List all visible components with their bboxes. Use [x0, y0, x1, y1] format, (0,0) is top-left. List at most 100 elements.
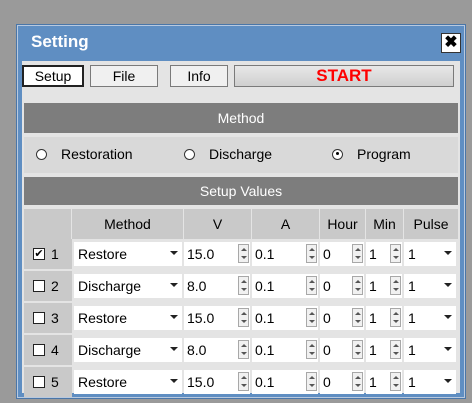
pulse-dropdown[interactable]: 1 — [404, 370, 456, 394]
table-row: 2 Discharge 8.0 0.1 0 1 1 — [24, 271, 458, 301]
dropdown-arrow-icon — [170, 347, 178, 351]
row-index: 1 — [51, 246, 59, 262]
column-header-v: V — [184, 209, 252, 239]
spin-arrows-icon[interactable] — [238, 244, 249, 263]
min-spinbox[interactable]: 1 — [366, 242, 402, 266]
radio-button-icon — [36, 148, 47, 160]
method-value: Restore — [78, 310, 128, 326]
dropdown-arrow-icon — [444, 347, 452, 351]
dropdown-arrow-icon — [170, 315, 178, 319]
dropdown-arrow-icon — [170, 251, 178, 255]
table-row: ✔ 1 Restore 15.0 0.1 0 1 1 — [24, 239, 458, 269]
hour-spinbox[interactable]: 0 — [320, 370, 364, 394]
hour-spinbox[interactable]: 0 — [320, 242, 364, 266]
row-checkbox[interactable] — [33, 376, 45, 388]
min-spinbox[interactable]: 1 — [366, 306, 402, 330]
spin-arrows-icon[interactable] — [306, 372, 317, 391]
row-checkbox-checked[interactable]: ✔ — [33, 248, 45, 260]
method-value: Restore — [78, 374, 128, 390]
row-label: 3 — [24, 303, 72, 333]
row-index: 3 — [51, 310, 59, 326]
v-spinbox[interactable]: 15.0 — [184, 242, 250, 266]
spin-arrows-icon[interactable] — [390, 276, 401, 295]
hour-value: 0 — [323, 374, 331, 390]
spin-arrows-icon[interactable] — [352, 308, 363, 327]
v-spinbox[interactable]: 8.0 — [184, 338, 250, 362]
a-spinbox[interactable]: 0.1 — [252, 274, 318, 298]
pulse-dropdown[interactable]: 1 — [404, 338, 456, 362]
spin-arrows-icon[interactable] — [352, 372, 363, 391]
radio-label: Program — [357, 146, 411, 162]
spin-arrows-icon[interactable] — [306, 244, 317, 263]
method-dropdown[interactable]: Restore — [74, 242, 182, 266]
close-button[interactable]: ✖ — [441, 33, 461, 53]
radio-discharge[interactable]: Discharge — [184, 146, 272, 162]
pulse-value: 1 — [408, 246, 416, 262]
method-dropdown[interactable]: Discharge — [74, 338, 182, 362]
min-spinbox[interactable]: 1 — [366, 338, 402, 362]
spin-arrows-icon[interactable] — [238, 308, 249, 327]
column-header-method: Method — [72, 209, 184, 239]
tab-setup[interactable]: Setup — [22, 65, 84, 87]
a-spinbox[interactable]: 0.1 — [252, 242, 318, 266]
pulse-dropdown[interactable]: 1 — [404, 242, 456, 266]
radio-restoration[interactable]: Restoration — [36, 146, 133, 162]
hour-spinbox[interactable]: 0 — [320, 274, 364, 298]
row-checkbox[interactable] — [33, 312, 45, 324]
a-value: 0.1 — [255, 342, 275, 358]
spin-arrows-icon[interactable] — [390, 372, 401, 391]
v-spinbox[interactable]: 15.0 — [184, 370, 250, 394]
method-dropdown[interactable]: Restore — [74, 370, 182, 394]
row-checkbox[interactable] — [33, 280, 45, 292]
spin-arrows-icon[interactable] — [390, 244, 401, 263]
spin-arrows-icon[interactable] — [390, 340, 401, 359]
tab-file[interactable]: File — [90, 65, 158, 87]
start-button[interactable]: START — [234, 65, 454, 87]
spin-arrows-icon[interactable] — [352, 340, 363, 359]
spin-arrows-icon[interactable] — [306, 276, 317, 295]
a-spinbox[interactable]: 0.1 — [252, 338, 318, 362]
pulse-dropdown[interactable]: 1 — [404, 274, 456, 298]
table-row: 5 Restore 15.0 0.1 0 1 1 — [24, 367, 458, 397]
min-spinbox[interactable]: 1 — [366, 370, 402, 394]
column-header-min: Min — [366, 209, 404, 239]
hour-spinbox[interactable]: 0 — [320, 338, 364, 362]
a-value: 0.1 — [255, 278, 275, 294]
method-dropdown[interactable]: Restore — [74, 306, 182, 330]
column-header-blank — [24, 209, 72, 239]
min-value: 1 — [369, 374, 377, 390]
radio-program[interactable]: Program — [332, 146, 411, 162]
min-spinbox[interactable]: 1 — [366, 274, 402, 298]
tab-info[interactable]: Info — [170, 65, 228, 87]
a-spinbox[interactable]: 0.1 — [252, 370, 318, 394]
v-spinbox[interactable]: 15.0 — [184, 306, 250, 330]
a-spinbox[interactable]: 0.1 — [252, 306, 318, 330]
row-label: 2 — [24, 271, 72, 301]
spin-arrows-icon[interactable] — [352, 276, 363, 295]
spin-arrows-icon[interactable] — [306, 340, 317, 359]
spin-arrows-icon[interactable] — [306, 308, 317, 327]
title-bar[interactable]: Setting ✖ — [17, 25, 465, 61]
method-value: Discharge — [78, 342, 142, 358]
dropdown-arrow-icon — [444, 379, 452, 383]
radio-label: Discharge — [209, 146, 273, 162]
dropdown-arrow-icon — [444, 315, 452, 319]
v-value: 15.0 — [187, 310, 215, 326]
spin-arrows-icon[interactable] — [238, 340, 249, 359]
spin-arrows-icon[interactable] — [352, 244, 363, 263]
hour-value: 0 — [323, 310, 331, 326]
pulse-dropdown[interactable]: 1 — [404, 306, 456, 330]
a-value: 0.1 — [255, 374, 275, 390]
v-spinbox[interactable]: 8.0 — [184, 274, 250, 298]
spin-arrows-icon[interactable] — [390, 308, 401, 327]
spin-arrows-icon[interactable] — [238, 372, 249, 391]
pulse-value: 1 — [408, 342, 416, 358]
row-checkbox[interactable] — [33, 344, 45, 356]
spin-arrows-icon[interactable] — [238, 276, 249, 295]
min-value: 1 — [369, 342, 377, 358]
row-label: ✔ 1 — [24, 239, 72, 269]
hour-spinbox[interactable]: 0 — [320, 306, 364, 330]
method-dropdown[interactable]: Discharge — [74, 274, 182, 298]
setup-values-header: Setup Values — [24, 177, 458, 205]
min-value: 1 — [369, 246, 377, 262]
